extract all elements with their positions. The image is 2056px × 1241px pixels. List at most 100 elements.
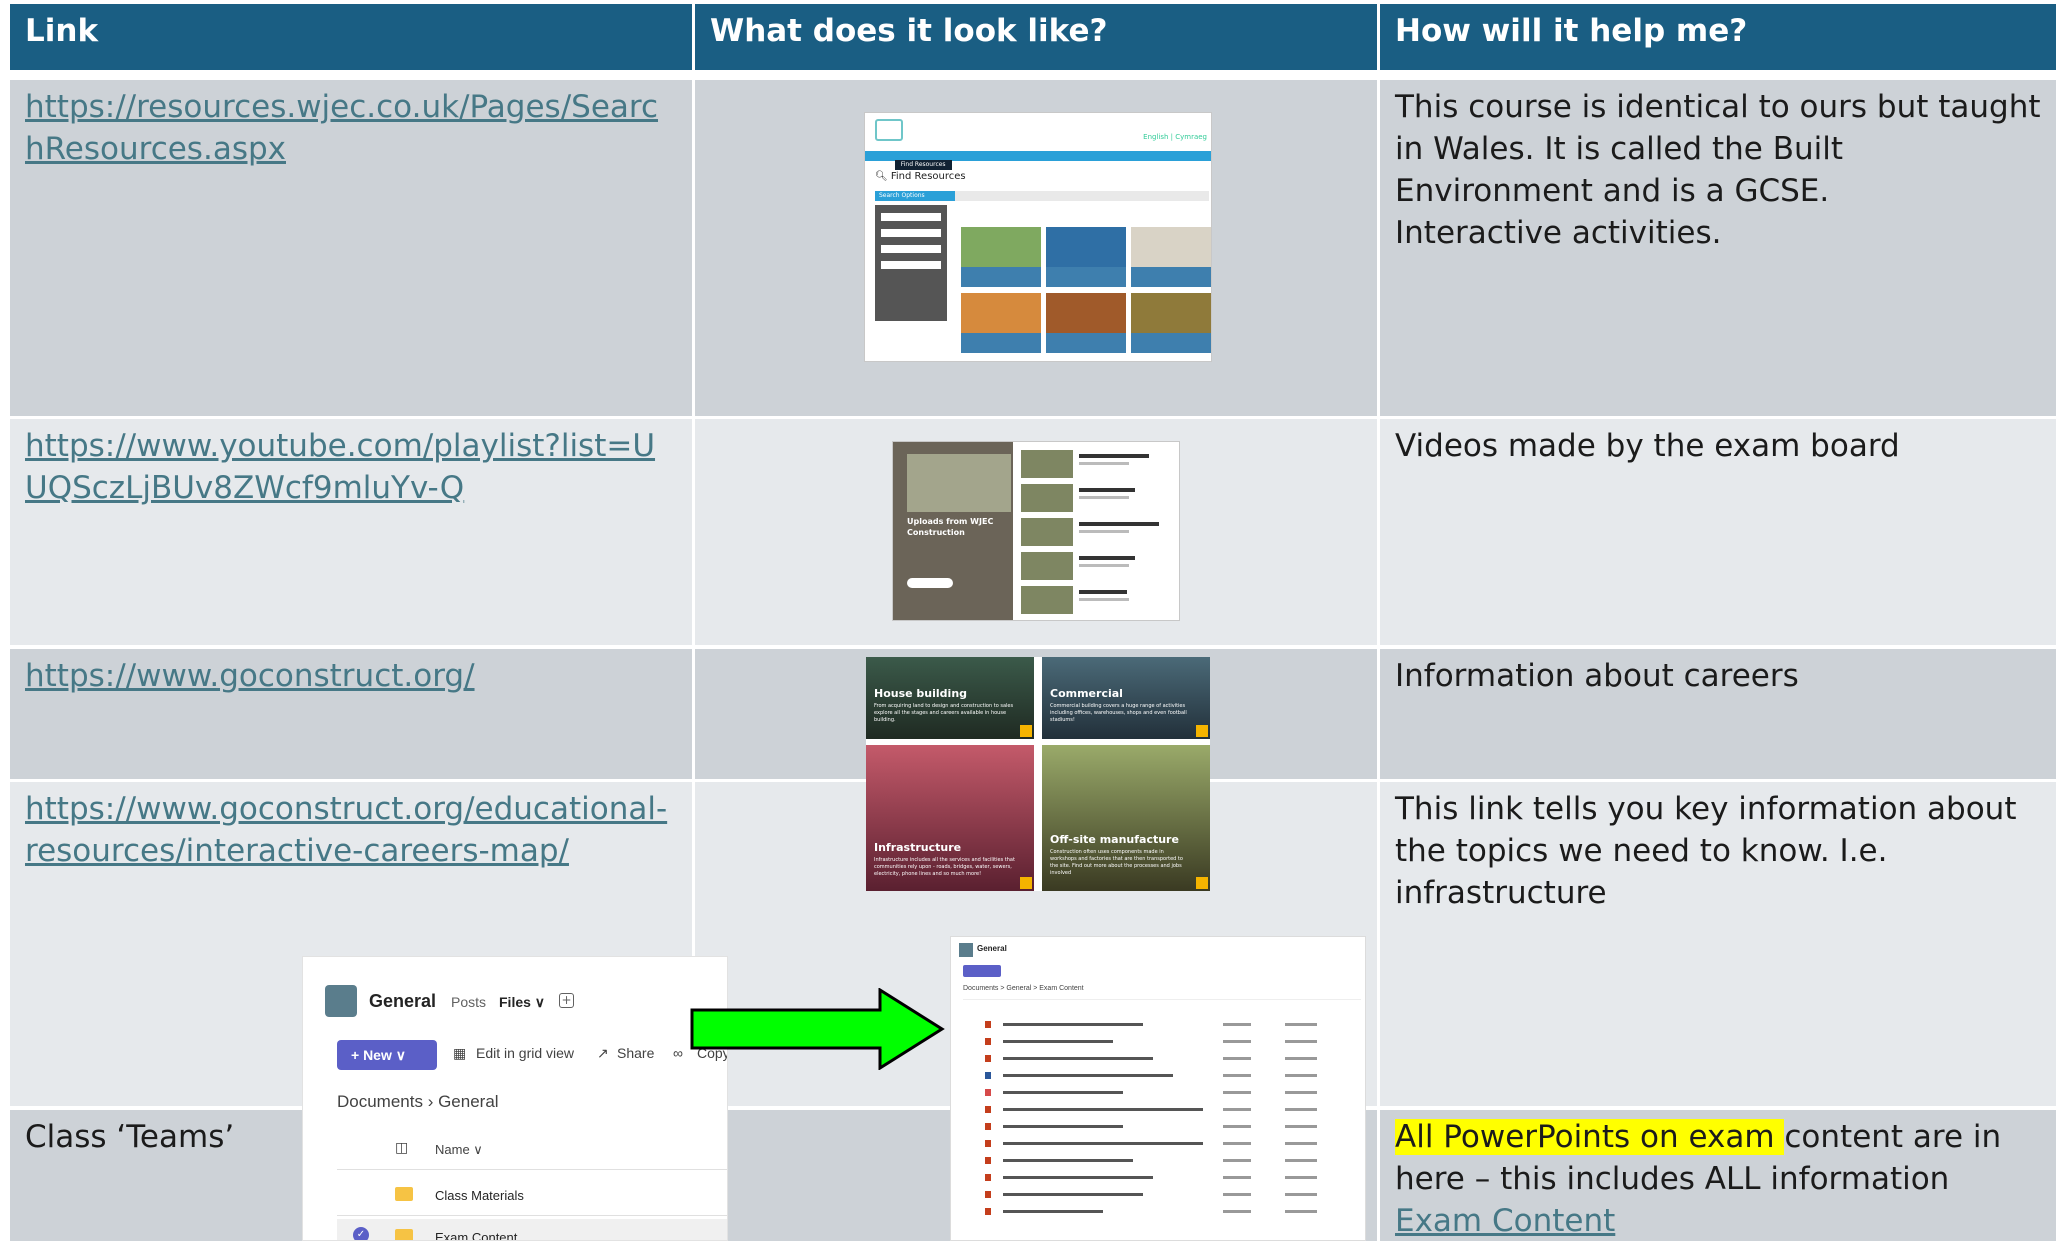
wjec-tile-caption [1046,267,1126,287]
video-thumb [1021,552,1073,580]
wjec-tile-caption [1046,333,1126,353]
row1-help-text-2: Interactive activities. [1395,215,1722,251]
goconstruct-link[interactable]: https://www.goconstruct.org/ [25,658,475,694]
channel-name: General [977,944,1007,953]
tab-posts: Posts [451,994,487,1010]
playlist-card: Uploads from WJEC Construction [893,442,1013,620]
youtube-playlist-link[interactable]: https://www.youtube.com/playlist?list=UU… [25,428,655,506]
wjec-tile [1131,227,1211,267]
chevron-right-icon [1196,877,1208,889]
powerpoint-icon [985,1055,991,1062]
tile-house-building: House building From acquiring land to de… [866,657,1034,739]
copy-icon: ∞ [673,1045,683,1061]
wjec-tile [961,227,1041,267]
row4-help-cell: This link tells you key information abou… [1380,782,2056,1106]
wjec-tile [1131,293,1211,333]
powerpoint-icon [985,1140,991,1147]
wjec-logo-icon [875,119,903,141]
wjec-nav-item: Home [871,161,889,168]
new-button [963,965,1001,977]
language-switch: English | Cymraeg [1143,133,1207,141]
check-icon: ✓ [353,1227,369,1240]
teams-files-screenshot: General Posts Files ∨ + + New ∨ ▦ Edit i… [302,956,728,1241]
wjec-tile-caption [1131,333,1211,353]
tile-infrastructure: Infrastructure Infrastructure includes a… [866,745,1034,891]
wjec-tile [1046,293,1126,333]
folder-exam-content: Exam Content [435,1230,518,1241]
row2-link-cell: https://www.youtube.com/playlist?list=UU… [10,419,692,645]
row1-link-cell: https://resources.wjec.co.uk/Pages/Searc… [10,80,692,416]
row1-help-text: This course is identical to ours but tau… [1395,89,2041,209]
channel-name: General [369,991,437,1011]
folder-icon [395,1187,413,1201]
wjec-search-tab: Search Options [875,191,955,201]
powerpoint-icon [985,1038,991,1045]
wjec-nav-item: Find Resources [894,160,952,170]
slide: Link What does it look like? How will it… [0,0,2056,1241]
row5-help-cell: All PowerPoints on exam content are in h… [1380,1110,2056,1241]
tile-commercial: Commercial Commercial building covers a … [1042,657,1210,739]
powerpoint-icon [985,1123,991,1130]
powerpoint-icon [985,1157,991,1164]
wjec-tile [1046,227,1126,267]
wjec-tile-caption [1131,267,1211,287]
chevron-right-icon [1196,725,1208,737]
folder-icon [395,1229,413,1240]
video-thumb [1021,484,1073,512]
chevron-right-icon [1020,877,1032,889]
header-look: What does it look like? [695,4,1377,70]
wjec-tile [961,293,1041,333]
youtube-screenshot: Uploads from WJEC Construction [892,441,1180,621]
breadcrumb: Documents › General [337,1092,499,1111]
row3-help-text: Information about careers [1395,658,1799,694]
wjec-filter-panel [875,205,947,321]
row2-help-text: Videos made by the exam board [1395,428,1900,464]
powerpoint-icon [985,1021,991,1028]
grid-view-icon: ▦ [453,1045,467,1061]
green-arrow-icon [690,988,945,1070]
header-help: How will it help me? [1380,4,2056,70]
row1-help-cell: This course is identical to ours but tau… [1380,80,2056,416]
careers-map-link[interactable]: https://www.goconstruct.org/educational-… [25,791,667,869]
video-thumb [1021,518,1073,546]
word-icon [985,1072,991,1079]
add-tab-icon: + [559,993,574,1008]
new-button: + New ∨ [337,1040,437,1070]
powerpoint-icon [985,1191,991,1198]
share-icon: ↗ [597,1045,609,1061]
edit-grid-label: Edit in grid view [476,1045,575,1061]
powerpoint-icon [985,1106,991,1113]
wjec-tile-caption [961,267,1041,287]
wjec-tile-caption [961,333,1041,353]
row4-help-text: This link tells you key information abou… [1395,791,2017,911]
name-column-header: Name ∨ [435,1142,483,1157]
header-link: Link [10,4,692,70]
tab-files: Files ∨ [499,994,546,1010]
wjec-resources-link[interactable]: https://resources.wjec.co.uk/Pages/Searc… [25,89,658,167]
chevron-right-icon [1020,725,1032,737]
playlist-title: Uploads from WJEC Construction [907,517,994,537]
teams-exam-content-screenshot: General Documents > General > Exam Conte… [950,936,1366,1241]
breadcrumb: Documents > General > Exam Content [963,985,1084,992]
goconstruct-screenshot: House building From acquiring land to de… [866,657,1210,891]
highlighted-text: All PowerPoints on exam [1395,1119,1785,1155]
video-thumb [1021,450,1073,478]
powerpoint-icon [985,1174,991,1181]
wjec-screenshot: English | Cymraeg Home Find Resources Cont… [864,112,1212,362]
play-all-button [907,578,953,588]
wjec-nav: Home Find Resources Contact us [865,151,1211,170]
pdf-icon [985,1089,991,1096]
video-thumb [1021,586,1073,614]
playlist-cover [907,454,1011,512]
team-avatar [325,985,357,1017]
folder-class-materials: Class Materials [435,1188,524,1203]
powerpoint-icon [985,1208,991,1215]
wjec-find-title: 🔍︎ Find Resources [875,171,966,182]
wjec-nav-item: Contact us [957,161,990,168]
wjec-search-tabs: Search Options [875,191,1209,201]
exam-content-link[interactable]: Exam Content [1395,1203,1615,1239]
row3-help-cell: Information about careers [1380,649,2056,779]
row3-link-cell: https://www.goconstruct.org/ [10,649,692,779]
share-label: Share [617,1045,655,1061]
team-avatar [959,943,973,957]
